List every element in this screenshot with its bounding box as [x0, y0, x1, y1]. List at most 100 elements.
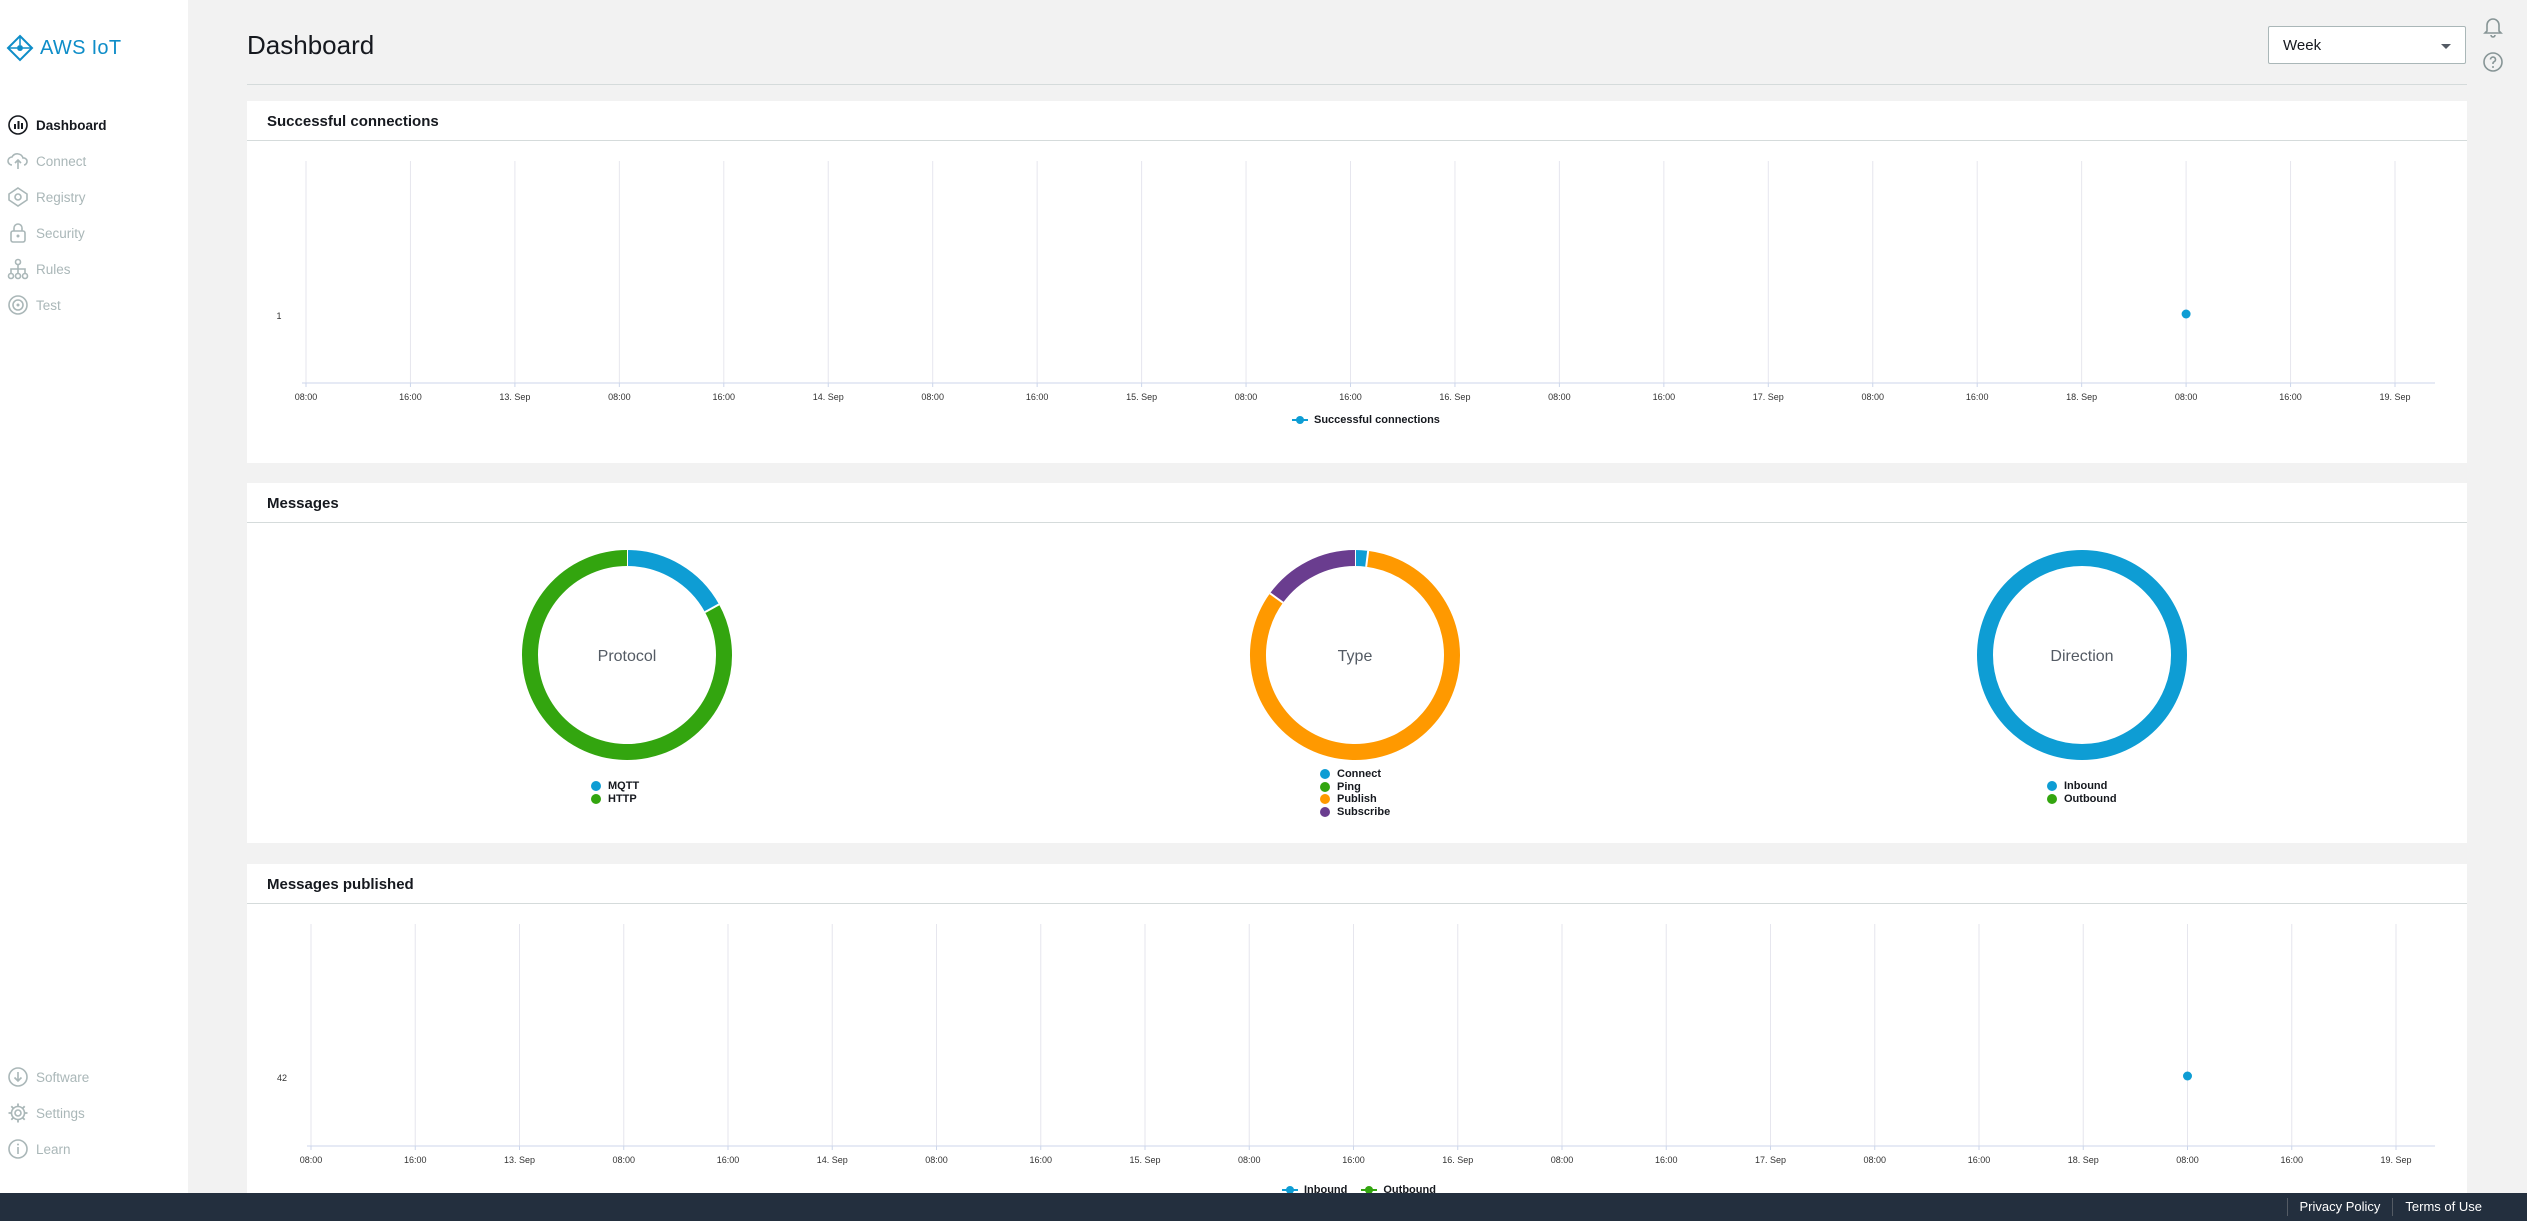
legend-item[interactable]: Connect — [1320, 768, 1390, 781]
info-icon — [8, 1139, 28, 1159]
published-chart-svg: 08:00 16:00 13. Sep 08:00 16:00 14. Sep 08:00 1… — [277, 924, 2435, 1165]
legend-item[interactable]: Ping — [1320, 781, 1390, 794]
connections-chart: 08:00 16:00 13. Sep 08:00 16:00 14. Sep 08:00 1… — [247, 141, 2467, 463]
x-tick-label: 08:00 — [2175, 392, 2198, 402]
panel-title: Messages published — [247, 864, 2467, 904]
messages-panel: Messages Protocol MQTT HTTP Type Connect… — [247, 483, 2467, 843]
y-tick-label: 1 — [276, 311, 281, 321]
legend-dot — [1320, 806, 1330, 817]
legend-label: Subscribe — [1337, 805, 1391, 818]
footer-links: Privacy Policy Terms of Use — [2286, 1193, 2495, 1221]
sidebar-item-learn[interactable]: Learn — [6, 1137, 71, 1161]
x-tick-label: 08:00 — [1238, 1155, 1261, 1165]
x-tick-label: 08:00 — [925, 1155, 948, 1165]
time-range-select[interactable]: Week — [2268, 26, 2466, 64]
top-icons — [2481, 14, 2505, 74]
x-tick-label: 08:00 — [300, 1155, 323, 1165]
x-tick-label: 16:00 — [1655, 1155, 1678, 1165]
x-tick-label: 08:00 — [1551, 1155, 1574, 1165]
legend-item[interactable]: Outbound — [2047, 793, 2117, 806]
x-tick-label: 16:00 — [1026, 392, 1049, 402]
type-donut: Type — [1247, 547, 1463, 768]
registry-icon — [8, 187, 28, 207]
x-tick-label: 17. Sep — [1753, 392, 1784, 402]
sidebar-item-software[interactable]: Software — [6, 1065, 89, 1089]
direction-donut: Direction — [1974, 547, 2190, 768]
x-tick-label: 16:00 — [717, 1155, 740, 1165]
legend-dot — [591, 793, 601, 804]
donut-slice — [1354, 550, 1369, 567]
sidebar-item-label: Connect — [36, 153, 87, 169]
download-icon — [8, 1067, 28, 1087]
sidebar-item-label: Security — [36, 225, 85, 241]
sidebar-item-security[interactable]: Security — [6, 221, 85, 245]
x-tick-label: 16:00 — [2279, 392, 2302, 402]
sidebar-item-settings[interactable]: Settings — [6, 1101, 85, 1125]
type-legend: Connect Ping Publish Subscribe — [1320, 768, 1390, 818]
legend-item[interactable]: Subscribe — [1320, 806, 1390, 819]
x-tick-label: 16. Sep — [1442, 1155, 1473, 1165]
data-point — [2183, 1071, 2192, 1081]
x-tick-label: 16:00 — [1968, 1155, 1991, 1165]
iot-brand-icon — [6, 34, 34, 62]
legend-dot — [1320, 794, 1330, 805]
sidebar-item-dashboard[interactable]: Dashboard — [6, 113, 107, 137]
legend-label: Outbound — [2064, 792, 2117, 805]
sidebar-item-label: Learn — [36, 1141, 71, 1157]
legend-dot — [1320, 781, 1330, 792]
bell-icon[interactable] — [2481, 14, 2505, 38]
type-donut-svg: Type — [1250, 550, 1460, 760]
legend-item[interactable]: MQTT — [591, 780, 639, 793]
main-content: Dashboard Week Successful connections 08… — [188, 0, 2527, 1196]
x-tick-label: 08:00 — [295, 392, 318, 402]
legend-dot — [591, 781, 601, 792]
sidebar-item-label: Rules — [36, 261, 71, 277]
legend-label: Successful connections — [1314, 414, 1440, 426]
successful-connections-panel: Successful connections 08:00 16:00 13. Sep… — [247, 101, 2467, 463]
legend-item[interactable]: HTTP — [591, 793, 639, 806]
x-tick-label: 16:00 — [2280, 1155, 2303, 1165]
x-tick-label: 08:00 — [2176, 1155, 2199, 1165]
title-divider — [247, 84, 2467, 85]
sidebar-item-label: Settings — [36, 1105, 85, 1121]
legend-label: HTTP — [608, 792, 637, 805]
lock-icon — [10, 223, 26, 243]
x-tick-label: 17. Sep — [1755, 1155, 1786, 1165]
sidebar-item-test[interactable]: Test — [6, 293, 61, 317]
privacy-policy-link[interactable]: Privacy Policy — [2286, 1198, 2393, 1216]
direction-legend: Inbound Outbound — [2047, 780, 2117, 805]
sidebar-item-connect[interactable]: Connect — [6, 149, 86, 173]
legend-label: Ping — [1337, 780, 1361, 793]
x-tick-label: 15. Sep — [1129, 1155, 1160, 1165]
sidebar-item-rules[interactable]: Rules — [6, 257, 71, 281]
x-tick-label: 16:00 — [399, 392, 422, 402]
legend-dot — [1320, 769, 1330, 780]
y-tick-label: 42 — [277, 1073, 287, 1083]
donut-title: Type — [1338, 648, 1373, 665]
x-tick-label: 16:00 — [1653, 392, 1676, 402]
sidebar-item-label: Test — [36, 297, 61, 313]
legend-item[interactable]: Inbound — [2047, 780, 2117, 793]
footer: Privacy Policy Terms of Use — [0, 1193, 2527, 1221]
legend-item[interactable]: Publish — [1320, 793, 1390, 806]
page-title: Dashboard — [247, 30, 375, 60]
x-tick-label: 08:00 — [1548, 392, 1571, 402]
aws-iot-logo[interactable]: AWS IoT — [6, 34, 121, 62]
test-icon — [8, 295, 28, 315]
protocol-legend: MQTT HTTP — [591, 780, 639, 805]
donut-slice — [626, 550, 720, 613]
data-point — [2181, 309, 2191, 319]
x-tick-label: 16:00 — [1029, 1155, 1052, 1165]
terms-of-use-link[interactable]: Terms of Use — [2392, 1198, 2494, 1216]
legend-label: Inbound — [2064, 780, 2108, 793]
legend-label: Connect — [1337, 768, 1381, 781]
x-tick-label: 19. Sep — [2380, 1155, 2411, 1165]
cloud-upload-icon — [7, 153, 28, 169]
help-icon[interactable] — [2481, 50, 2505, 74]
dashboard-icon — [8, 115, 28, 135]
caret-down-icon — [2441, 44, 2451, 49]
chart-legend[interactable]: Successful connections — [1292, 414, 1440, 426]
sidebar-item-registry[interactable]: Registry — [6, 185, 86, 209]
legend-dot — [2047, 781, 2057, 792]
x-tick-label: 14. Sep — [813, 392, 844, 402]
